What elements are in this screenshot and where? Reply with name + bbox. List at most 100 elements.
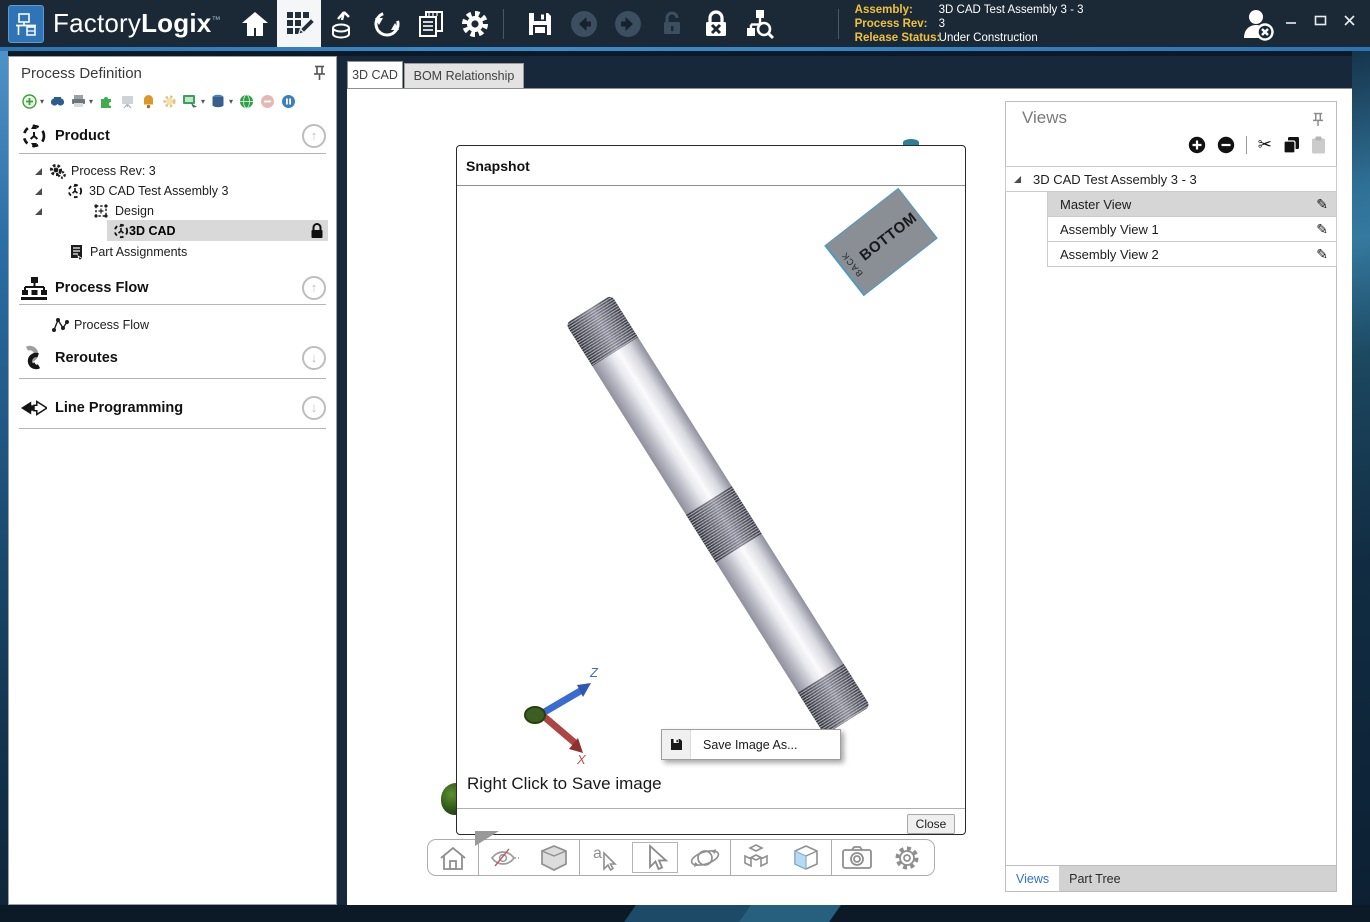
isometric-view-icon[interactable] — [781, 840, 831, 875]
chevron-down-icon[interactable]: ▾ — [229, 97, 233, 106]
web-icon[interactable] — [238, 93, 254, 109]
snapshot-scene[interactable]: BACK BOTTOM Z X — [457, 186, 965, 766]
configure-icon[interactable] — [161, 93, 177, 109]
part-assignments-icon — [67, 244, 85, 260]
views-tree-root[interactable]: 3D CAD Test Assembly 3 - 3 — [1005, 166, 1337, 192]
tree-item-part-assignments[interactable]: Part Assignments — [67, 242, 187, 262]
chevron-down-icon[interactable]: ▾ — [201, 97, 205, 106]
edit-pencil-icon[interactable]: ✎ — [1316, 221, 1328, 238]
release-status-value: Under Construction — [939, 31, 1038, 45]
find-icon[interactable] — [49, 93, 65, 109]
axis-z-label: Z — [589, 665, 599, 680]
tree-item-design[interactable]: Design — [35, 201, 154, 221]
chevron-down-icon[interactable]: ▾ — [40, 97, 44, 106]
unlock-icon[interactable] — [650, 0, 694, 47]
forward-icon[interactable] — [606, 0, 650, 47]
tab-part-tree[interactable]: Part Tree — [1059, 866, 1130, 891]
brand-name: FactoryLogix™ — [53, 8, 221, 39]
add-view-icon[interactable] — [1188, 136, 1206, 154]
camera-snapshot-icon[interactable] — [832, 840, 882, 875]
minimize-button[interactable] — [1285, 14, 1298, 27]
factorylogix-logo-icon — [8, 5, 44, 43]
tab-views[interactable]: Views — [1006, 866, 1059, 891]
flow-search-icon[interactable] — [738, 0, 782, 47]
notify-icon[interactable] — [140, 93, 156, 109]
expander-icon[interactable] — [35, 188, 42, 195]
materials-icon[interactable] — [321, 0, 365, 47]
orbit-rotate-icon[interactable] — [680, 840, 730, 875]
orientation-plate: BACK BOTTOM — [824, 188, 937, 296]
remove-view-icon[interactable] — [1217, 136, 1235, 154]
expand-down-icon[interactable]: ↓ — [302, 346, 326, 370]
section-product[interactable]: Product ↑ — [9, 121, 338, 151]
close-button[interactable]: Close — [907, 814, 955, 834]
print-icon[interactable] — [70, 93, 86, 109]
tree-item-assembly[interactable]: 3D CAD Test Assembly 3 — [35, 181, 228, 201]
paste-icon[interactable] — [1311, 136, 1326, 154]
views-panel-tabs: Views Part Tree — [1005, 866, 1337, 892]
hide-dropdown-arrow — [475, 831, 499, 846]
view-row-assembly-2[interactable]: Assembly View 2 ✎ — [1047, 241, 1337, 267]
presentation-icon[interactable] — [119, 93, 135, 109]
cut-icon[interactable]: ✂ — [1258, 136, 1272, 154]
documents-icon[interactable] — [409, 0, 453, 47]
design-icon — [92, 203, 110, 219]
expander-icon[interactable] — [1014, 176, 1021, 183]
collapse-up-icon[interactable]: ↑ — [302, 276, 326, 300]
tab-bom-relationship[interactable]: BOM Relationship — [404, 63, 524, 88]
pin-icon[interactable] — [1313, 112, 1324, 127]
expander-icon[interactable] — [35, 168, 42, 175]
add-icon[interactable] — [21, 93, 37, 109]
section-reroutes[interactable]: Reroutes ↓ — [9, 343, 338, 373]
settings-icon[interactable] — [453, 0, 497, 47]
pause-icon[interactable] — [280, 93, 296, 109]
tree-item-process-rev[interactable]: Process Rev: 3 — [35, 161, 156, 181]
views-panel-title: Views — [1022, 108, 1067, 128]
assembly-value: 3D CAD Test Assembly 3 - 3 — [939, 3, 1084, 17]
context-menu-item-save-image[interactable]: Save Image As... — [691, 730, 840, 759]
section-line-programming[interactable]: Line Programming ↓ — [9, 393, 338, 423]
plugin-icon[interactable] — [98, 93, 114, 109]
maximize-button[interactable] — [1314, 14, 1327, 27]
home-icon[interactable] — [233, 0, 277, 47]
accent-line — [0, 47, 1370, 51]
sync-icon[interactable] — [365, 0, 409, 47]
edit-pencil-icon[interactable]: ✎ — [1316, 196, 1328, 213]
pin-icon[interactable] — [314, 65, 326, 81]
database-icon[interactable] — [210, 93, 226, 109]
process-definition-icon[interactable] — [277, 0, 321, 47]
viewer-home-icon[interactable] — [428, 840, 478, 875]
tree-item-process-flow[interactable]: Process Flow — [51, 315, 149, 335]
expand-down-icon[interactable]: ↓ — [302, 396, 326, 420]
cad-3d-icon — [113, 223, 129, 239]
tree-item-3d-cad-selected[interactable]: 3D CAD — [107, 220, 328, 241]
release-status-label: Release Status: — [855, 31, 939, 45]
section-label: Reroutes — [55, 350, 118, 366]
save-icon[interactable] — [518, 0, 562, 47]
section-process-flow[interactable]: Process Flow ↑ — [9, 273, 338, 303]
chevron-down-icon[interactable]: ▾ — [89, 97, 93, 106]
solid-view-icon[interactable] — [529, 840, 579, 875]
process-panel-title: Process Definition — [21, 65, 142, 82]
explode-view-icon[interactable] — [731, 840, 781, 875]
export-icon[interactable] — [182, 93, 198, 109]
axis-triad: Z X — [517, 661, 617, 766]
remove-icon[interactable] — [259, 93, 275, 109]
tab-3d-cad[interactable]: 3D CAD — [347, 61, 403, 88]
toolbar-separator — [838, 9, 839, 39]
text-select-icon[interactable]: a — [580, 840, 630, 875]
collapse-up-icon[interactable]: ↑ — [302, 124, 326, 148]
viewer-settings-icon[interactable] — [882, 840, 932, 875]
user-logout-icon[interactable] — [1238, 6, 1278, 42]
lock-close-icon[interactable] — [694, 0, 738, 47]
select-cursor-icon[interactable] — [630, 840, 680, 875]
cad-viewport[interactable]: Snapshot BACK BOTTOM — [347, 88, 1352, 905]
copy-icon[interactable] — [1283, 136, 1300, 154]
view-row-master[interactable]: Master View ✎ — [1047, 191, 1337, 217]
view-row-assembly-1[interactable]: Assembly View 1 ✎ — [1047, 216, 1337, 242]
section-label: Product — [55, 128, 110, 144]
close-button[interactable] — [1343, 14, 1356, 27]
expander-icon[interactable] — [35, 208, 42, 215]
edit-pencil-icon[interactable]: ✎ — [1316, 246, 1328, 263]
back-icon[interactable] — [562, 0, 606, 47]
